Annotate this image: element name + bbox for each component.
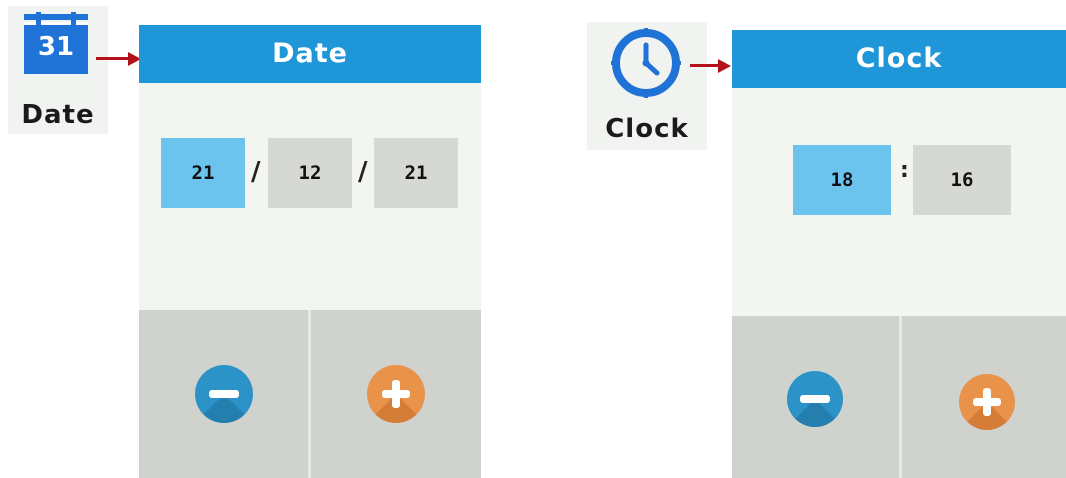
day-field[interactable]: 21	[161, 138, 245, 208]
minus-icon	[787, 371, 843, 427]
decrement-button[interactable]	[139, 310, 308, 478]
calendar-day-number: 31	[37, 32, 75, 62]
month-field[interactable]: 12	[268, 138, 352, 208]
calendar-icon: 31	[24, 12, 88, 74]
minute-field[interactable]: 16	[913, 145, 1011, 215]
increment-button[interactable]	[902, 316, 1066, 478]
plus-icon	[367, 365, 425, 423]
year-field[interactable]: 21	[374, 138, 458, 208]
clock-icon	[611, 28, 681, 98]
clock-app-label: Clock	[605, 114, 689, 144]
increment-button[interactable]	[311, 310, 481, 478]
decrement-button[interactable]	[732, 316, 899, 478]
clock-screen: Clock 18 : 16	[732, 30, 1066, 478]
clock-screen-title: Clock	[732, 30, 1066, 88]
date-app-launcher[interactable]: 31 Date	[8, 6, 108, 134]
time-separator: :	[900, 158, 909, 183]
minus-icon	[195, 365, 253, 423]
date-screen: Date 21 / 12 / 21	[139, 25, 481, 478]
date-app-label: Date	[21, 100, 95, 130]
date-button-panel	[139, 310, 481, 478]
date-separator: /	[251, 157, 261, 187]
clock-app-launcher[interactable]: Clock	[587, 22, 707, 150]
date-screen-title: Date	[139, 25, 481, 83]
clock-button-panel	[732, 316, 1066, 478]
plus-icon	[959, 374, 1015, 430]
date-separator: /	[358, 157, 368, 187]
hour-field[interactable]: 18	[793, 145, 891, 215]
